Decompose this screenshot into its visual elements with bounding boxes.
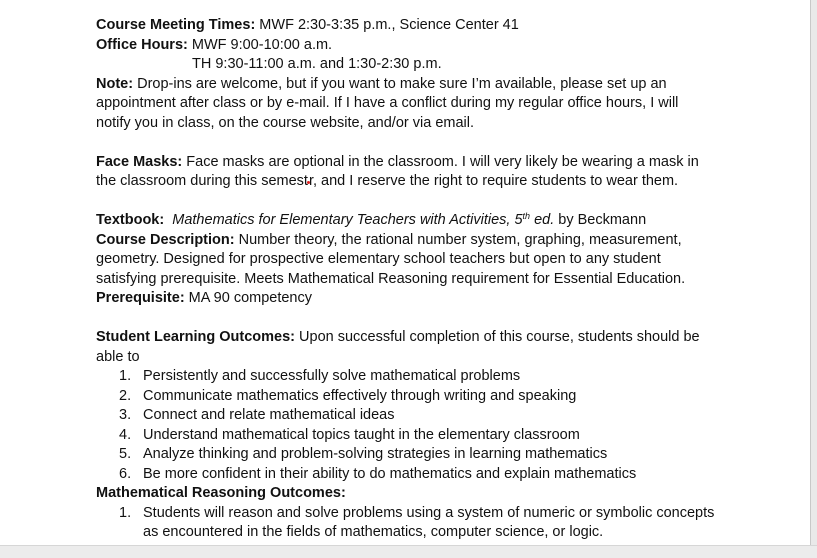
face-masks: Face Masks: Face masks are optional in t… [96, 153, 736, 173]
textbook-author: by Beckmann [554, 212, 647, 228]
list-item: 3. Connect and relate mathematical ideas [96, 406, 736, 426]
list-item-text: Be more confident in their ability to do… [143, 465, 637, 482]
textbook-edition-sup: th [522, 211, 531, 221]
course-description-label: Course Description: [96, 231, 235, 248]
mro-label: Mathematical Reasoning Outcomes: [96, 485, 346, 501]
list-item-text: Analyze thinking and problem-solving str… [143, 446, 608, 462]
prerequisite-value: MA 90 competency [184, 290, 312, 306]
slo-label: Student Learning Outcomes: [96, 329, 295, 345]
note-line: Drop-ins are welcome, but if you want to… [133, 75, 667, 92]
list-number: 1. [119, 368, 132, 384]
face-masks-label: Face Masks: [96, 153, 183, 170]
course-description-line: satisfying prerequisite. Meets Mathemati… [96, 270, 686, 287]
list-item-text: as encountered in the fields of mathemat… [143, 524, 604, 540]
slo-line1: Upon successful completion of this cours… [295, 329, 700, 345]
list-item: 1. Persistently and successfully solve ma… [96, 367, 736, 387]
list-item: 5. Analyze thinking and problem-solving s… [96, 445, 736, 465]
textbook: Textbook: Mathematics for Elementary Tea… [96, 211, 736, 231]
course-description: Course Description: Number theory, the r… [96, 231, 736, 251]
list-item-text: Connect and relate mathematical ideas [143, 407, 395, 423]
list-item: 2. Communicate mathematics effectively th… [96, 387, 736, 407]
list-item: 6. Be more confident in their ability to … [96, 465, 736, 485]
window-bottom-bar [0, 545, 817, 558]
course-description-line: Number theory, the rational number syste… [234, 231, 682, 248]
office-hours-line1: MWF 9:00-10:00 a.m. [187, 36, 333, 53]
list-item-text: Understand mathematical topics taught in… [143, 426, 580, 443]
course-description-line: geometry. Designed for prospective eleme… [96, 251, 661, 267]
textbook-edition: ed. [530, 212, 555, 228]
meeting-times-label: Course Meeting Times: [96, 17, 256, 33]
list-item-continuation: as encountered in the fields of mathemat… [96, 523, 736, 543]
list-number: 2. [119, 387, 132, 404]
meeting-times-value: MWF 2:30-3:35 p.m., Science Center 41 [255, 17, 519, 33]
textbook-title: Mathematics for Elementary Teachers with… [172, 211, 555, 229]
office-hours-line2: TH 9:30-11:00 a.m. and 1:30-2:30 p.m. [192, 56, 442, 72]
list-number: 5. [119, 446, 132, 462]
prerequisite: Prerequisite: MA 90 competency [96, 289, 736, 309]
textbook-title-text: Mathematics for Elementary Teachers with… [172, 212, 523, 228]
office-hours-label: Office Hours: [96, 36, 188, 53]
prerequisite-label: Prerequisite: [96, 290, 185, 306]
meeting-times: Course Meeting Times: MWF 2:30-3:35 p.m.… [96, 16, 736, 36]
list-number: 1. [119, 504, 132, 521]
note-line: notify you in class, on the course websi… [96, 114, 474, 131]
slo-line2: able to [96, 348, 140, 365]
mathematical-reasoning-outcomes: Mathematical Reasoning Outcomes: [96, 484, 736, 504]
note-line: appointment after class or by e-mail. If… [96, 95, 679, 111]
page-edge [810, 0, 811, 545]
list-number: 6. [119, 465, 132, 482]
note-label: Note: [96, 75, 134, 92]
list-item-text: Persistently and successfully solve math… [143, 368, 521, 384]
list-number: 4. [119, 426, 132, 443]
list-item-text: Communicate mathematics effectively thro… [143, 387, 577, 404]
list-item: 1. Students will reason and solve problem… [96, 504, 736, 524]
face-masks-line2b: r, and I reserve the right to require st… [308, 173, 679, 189]
list-number: 3. [119, 407, 132, 423]
face-masks-line2: the classroom during this semestr, and I… [96, 172, 736, 192]
textbook-label: Textbook: [96, 212, 165, 228]
document-body: Course Meeting Times: MWF 2:30-3:35 p.m.… [96, 16, 736, 543]
note: Note: Drop-ins are welcome, but if you w… [96, 75, 736, 95]
face-masks-line2a: the classroom during this semest [96, 173, 308, 189]
list-item-text: Students will reason and solve problems … [143, 504, 715, 521]
student-learning-outcomes: Student Learning Outcomes: Upon successf… [96, 328, 736, 348]
face-masks-line1: Face masks are optional in the classroom… [182, 153, 699, 170]
list-item: 4. Understand mathematical topics taught … [96, 426, 736, 446]
document-page: Course Meeting Times: MWF 2:30-3:35 p.m.… [0, 0, 810, 545]
office-hours: Office Hours: MWF 9:00-10:00 a.m. [96, 36, 736, 56]
